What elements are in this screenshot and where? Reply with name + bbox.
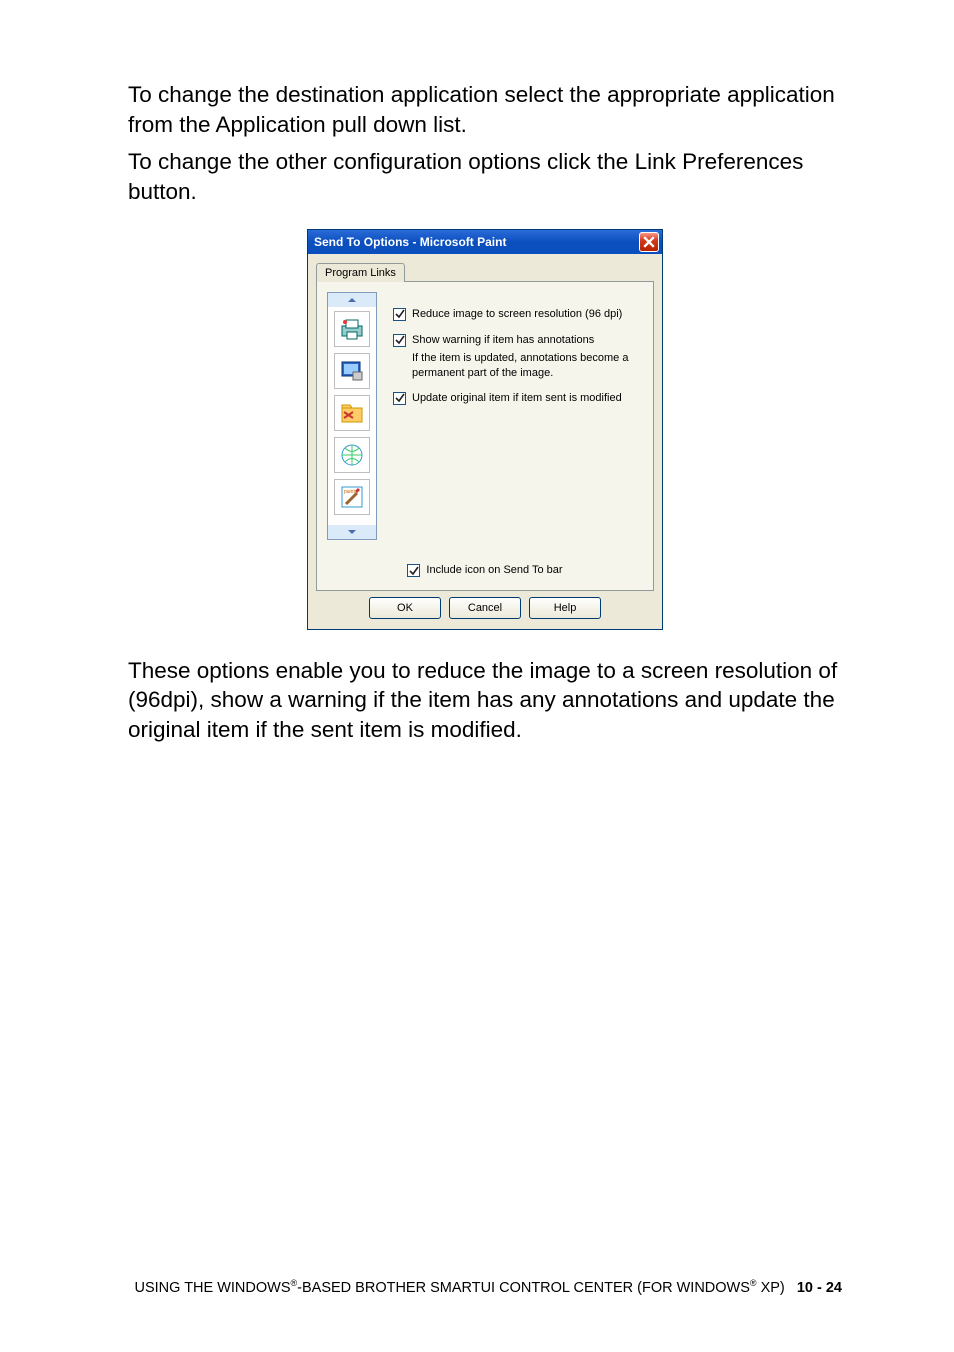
reduce-resolution-row: Reduce image to screen resolution (96 dp… (393, 308, 643, 322)
paragraph-3: These options enable you to reduce the i… (128, 656, 842, 745)
dialog-screenshot-wrap: Send To Options - Microsoft Paint Progra… (128, 229, 842, 630)
paragraph-2: To change the other configuration option… (128, 147, 842, 206)
paragraph-1: To change the destination application se… (128, 80, 842, 139)
ok-button[interactable]: OK (369, 597, 441, 619)
program-icon-4[interactable] (334, 437, 370, 473)
send-to-options-dialog: Send To Options - Microsoft Paint Progra… (307, 229, 663, 630)
page-footer: USING THE WINDOWS ®-BASED BROTHER SMARTUI… (128, 1278, 842, 1296)
footer-reg-2: ® (750, 1278, 757, 1288)
program-icon-5[interactable]: paint (334, 479, 370, 515)
chevron-down-icon (348, 529, 356, 535)
program-icon-list: paint (328, 307, 376, 525)
show-warning-row: Show warning if item has annotations (393, 334, 643, 348)
page-number: 10 - 24 (797, 1280, 842, 1296)
program-icon-listbox[interactable]: paint (327, 292, 377, 540)
monitor-icon (339, 358, 365, 384)
update-original-row: Update original item if item sent is mod… (393, 392, 643, 406)
check-icon (395, 309, 405, 319)
scroll-up-button[interactable] (328, 293, 376, 307)
check-icon (395, 393, 405, 403)
paint-icon: paint (339, 484, 365, 510)
check-icon (409, 566, 419, 576)
reduce-resolution-label: Reduce image to screen resolution (96 dp… (412, 308, 622, 322)
show-warning-checkbox[interactable] (393, 334, 406, 347)
footer-prefix: USING THE WINDOWS (135, 1280, 291, 1296)
svg-text:paint: paint (344, 489, 355, 495)
program-icon-1[interactable] (334, 311, 370, 347)
tab-body: paint Reduce image to screen resolution … (316, 281, 654, 591)
help-button[interactable]: Help (529, 597, 601, 619)
printer-icon (339, 316, 365, 342)
close-button[interactable] (639, 232, 659, 252)
footer-mid1: -BASED BROTHER SMARTUI CONTROL CENTER (F… (297, 1280, 750, 1296)
include-icon-checkbox[interactable] (407, 564, 420, 577)
update-original-checkbox[interactable] (393, 392, 406, 405)
close-icon (643, 236, 655, 248)
check-icon (395, 335, 405, 345)
program-icon-2[interactable] (334, 353, 370, 389)
scroll-down-button[interactable] (328, 525, 376, 539)
include-icon-label: Include icon on Send To bar (426, 564, 562, 578)
reduce-resolution-checkbox[interactable] (393, 308, 406, 321)
include-icon-row: Include icon on Send To bar (317, 564, 653, 578)
warning-note: If the item is updated, annotations beco… (412, 351, 643, 380)
globe-icon (339, 442, 365, 468)
program-icon-3[interactable] (334, 395, 370, 431)
update-original-label: Update original item if item sent is mod… (412, 392, 622, 406)
dialog-button-row: OK Cancel Help (308, 597, 662, 629)
folder-app-icon (339, 400, 365, 426)
footer-mid2: XP) (757, 1280, 785, 1296)
tab-program-links[interactable]: Program Links (316, 263, 405, 282)
options-column: Reduce image to screen resolution (96 dp… (393, 308, 643, 418)
document-page: To change the destination application se… (0, 0, 954, 1352)
show-warning-label: Show warning if item has annotations (412, 334, 594, 348)
titlebar-text: Send To Options - Microsoft Paint (314, 235, 639, 249)
tabstrip: Program Links (308, 254, 662, 281)
chevron-up-icon (348, 297, 356, 303)
titlebar: Send To Options - Microsoft Paint (308, 230, 662, 254)
cancel-button[interactable]: Cancel (449, 597, 521, 619)
